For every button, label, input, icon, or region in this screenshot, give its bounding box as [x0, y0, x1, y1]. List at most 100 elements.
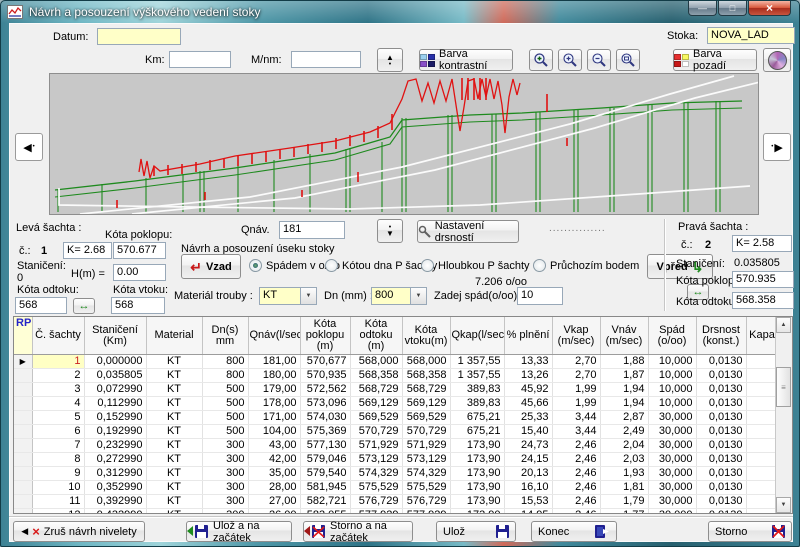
- zadej-spad-field[interactable]: 10: [517, 287, 563, 305]
- table-row[interactable]: 50,152990KT500171,00574,030569,529569,52…: [14, 411, 778, 425]
- grid-cell[interactable]: [746, 467, 778, 481]
- grid-cell[interactable]: 1,87: [600, 369, 648, 383]
- table-row[interactable]: 100,352990KT30028,00581,945575,529575,52…: [14, 481, 778, 495]
- material-dropdown-button[interactable]: ▼: [300, 288, 316, 304]
- grid-cell[interactable]: 2,87: [600, 411, 648, 425]
- grid-cell[interactable]: 13,33: [504, 355, 552, 369]
- grid-cell[interactable]: 6: [32, 425, 84, 439]
- grid-cell[interactable]: 2,46: [552, 495, 600, 509]
- grid-cell[interactable]: [746, 453, 778, 467]
- grid-cell[interactable]: KT: [146, 411, 202, 425]
- qnav-spinner[interactable]: •▼: [377, 219, 403, 243]
- grid-cell[interactable]: 173,90: [450, 467, 504, 481]
- grid-cell[interactable]: 42,00: [248, 453, 300, 467]
- grid-cell[interactable]: 45,66: [504, 397, 552, 411]
- grid-cell[interactable]: 574,329: [402, 467, 450, 481]
- grid-cell[interactable]: 2,70: [552, 355, 600, 369]
- grid-cell[interactable]: 568,000: [350, 355, 402, 369]
- uloz-button[interactable]: Ulož: [436, 521, 516, 542]
- grid-cell[interactable]: 0,000000: [84, 355, 146, 369]
- grid-cell[interactable]: 2,70: [552, 369, 600, 383]
- grid-cell[interactable]: 30,000: [648, 467, 696, 481]
- grid-cell[interactable]: 577,929: [350, 509, 402, 515]
- grid-cell[interactable]: 500: [202, 425, 248, 439]
- grid-cell[interactable]: 2,46: [552, 439, 600, 453]
- grid-cell[interactable]: KT: [146, 481, 202, 495]
- grid-cell[interactable]: 15,53: [504, 495, 552, 509]
- k-right-field[interactable]: K= 2.58: [732, 235, 792, 252]
- row-selector[interactable]: [14, 397, 32, 411]
- grid-cell[interactable]: 582,721: [300, 495, 350, 509]
- grid-cell[interactable]: 571,929: [402, 439, 450, 453]
- grid-cell[interactable]: 8: [32, 453, 84, 467]
- grid-cell[interactable]: [746, 425, 778, 439]
- minimize-button[interactable]: ―: [688, 1, 717, 16]
- grid-cell[interactable]: 570,729: [402, 425, 450, 439]
- row-selector[interactable]: [14, 369, 32, 383]
- stoka-field[interactable]: NOVA_LAD: [707, 27, 795, 44]
- vertical-scrollbar[interactable]: ▲ ≡ ▼: [775, 317, 792, 513]
- grid-cell[interactable]: 500: [202, 383, 248, 397]
- grid-cell[interactable]: 574,030: [300, 411, 350, 425]
- grid-cell[interactable]: 10,000: [648, 383, 696, 397]
- grid-cell[interactable]: 675,21: [450, 411, 504, 425]
- kota-odtoku-left-field[interactable]: 568: [15, 297, 67, 314]
- grid-cell[interactable]: 1 357,55: [450, 369, 504, 383]
- scroll-left-button[interactable]: ◀•: [15, 133, 43, 161]
- grid-cell[interactable]: 389,83: [450, 397, 504, 411]
- swap-kota-button[interactable]: ↔: [73, 298, 95, 314]
- grid-cell[interactable]: [746, 397, 778, 411]
- grid-cell[interactable]: KT: [146, 467, 202, 481]
- row-selector[interactable]: [14, 467, 32, 481]
- row-selector[interactable]: [14, 411, 32, 425]
- grid-cell[interactable]: 0,272990: [84, 453, 146, 467]
- row-selector[interactable]: [14, 481, 32, 495]
- datum-field[interactable]: [97, 28, 181, 45]
- grid-cell[interactable]: 104,00: [248, 425, 300, 439]
- grid-cell[interactable]: 568,000: [402, 355, 450, 369]
- material-combo[interactable]: KT ▼: [259, 287, 317, 305]
- table-row[interactable]: 40,112990KT500178,00573,096569,129569,12…: [14, 397, 778, 411]
- grid-cell[interactable]: [746, 355, 778, 369]
- table-row[interactable]: 110,392990KT30027,00582,721576,729576,72…: [14, 495, 778, 509]
- grid-cell[interactable]: 24,73: [504, 439, 552, 453]
- grid-cell[interactable]: KT: [146, 439, 202, 453]
- table-row[interactable]: 30,072990KT500179,00572,562568,729568,72…: [14, 383, 778, 397]
- grid-cell[interactable]: 583,055: [300, 509, 350, 515]
- grid-cell[interactable]: 570,935: [300, 369, 350, 383]
- grid-cell[interactable]: 1,93: [600, 467, 648, 481]
- grid-cell[interactable]: 30,000: [648, 453, 696, 467]
- uloz-na-zacatek-button[interactable]: Ulož a na začátek: [186, 521, 292, 542]
- maximize-button[interactable]: □: [718, 1, 747, 16]
- grid-cell[interactable]: 300: [202, 481, 248, 495]
- grid-cell[interactable]: 1,94: [600, 397, 648, 411]
- grid-cell[interactable]: 173,90: [450, 509, 504, 515]
- row-selector[interactable]: [14, 509, 32, 515]
- grid-cell[interactable]: KT: [146, 355, 202, 369]
- grid-cell[interactable]: 2,03: [600, 453, 648, 467]
- storno-na-zacatek-button[interactable]: Storno a na začátek: [303, 521, 413, 542]
- grid-cell[interactable]: 15,40: [504, 425, 552, 439]
- grid-cell[interactable]: 2: [32, 369, 84, 383]
- grid-cell[interactable]: 43,00: [248, 439, 300, 453]
- grid-cell[interactable]: 30,000: [648, 495, 696, 509]
- grid-cell[interactable]: 1,81: [600, 481, 648, 495]
- grid-cell[interactable]: 3,44: [552, 425, 600, 439]
- grid-cell[interactable]: 0,432990: [84, 509, 146, 515]
- grid-cell[interactable]: 573,129: [350, 453, 402, 467]
- kota-poklopu-left-field[interactable]: 570.677: [113, 242, 166, 259]
- grid-cell[interactable]: 300: [202, 495, 248, 509]
- grid-cell[interactable]: 2,49: [600, 425, 648, 439]
- grid-cell[interactable]: 10,000: [648, 397, 696, 411]
- profile-up-spinner[interactable]: ▲•: [377, 48, 403, 72]
- grid-cell[interactable]: [746, 481, 778, 495]
- grid-cell[interactable]: 14,95: [504, 509, 552, 515]
- scroll-right-button[interactable]: •▶: [763, 133, 791, 161]
- mnm-field[interactable]: [291, 51, 361, 68]
- grid-cell[interactable]: 579,540: [300, 467, 350, 481]
- grid-cell[interactable]: 1,99: [552, 383, 600, 397]
- grid-cell[interactable]: 9: [32, 467, 84, 481]
- table-row[interactable]: ▶10,000000KT800181,00570,677568,000568,0…: [14, 355, 778, 369]
- zoom-window-button[interactable]: [616, 49, 640, 71]
- color-palette-button[interactable]: [763, 48, 791, 72]
